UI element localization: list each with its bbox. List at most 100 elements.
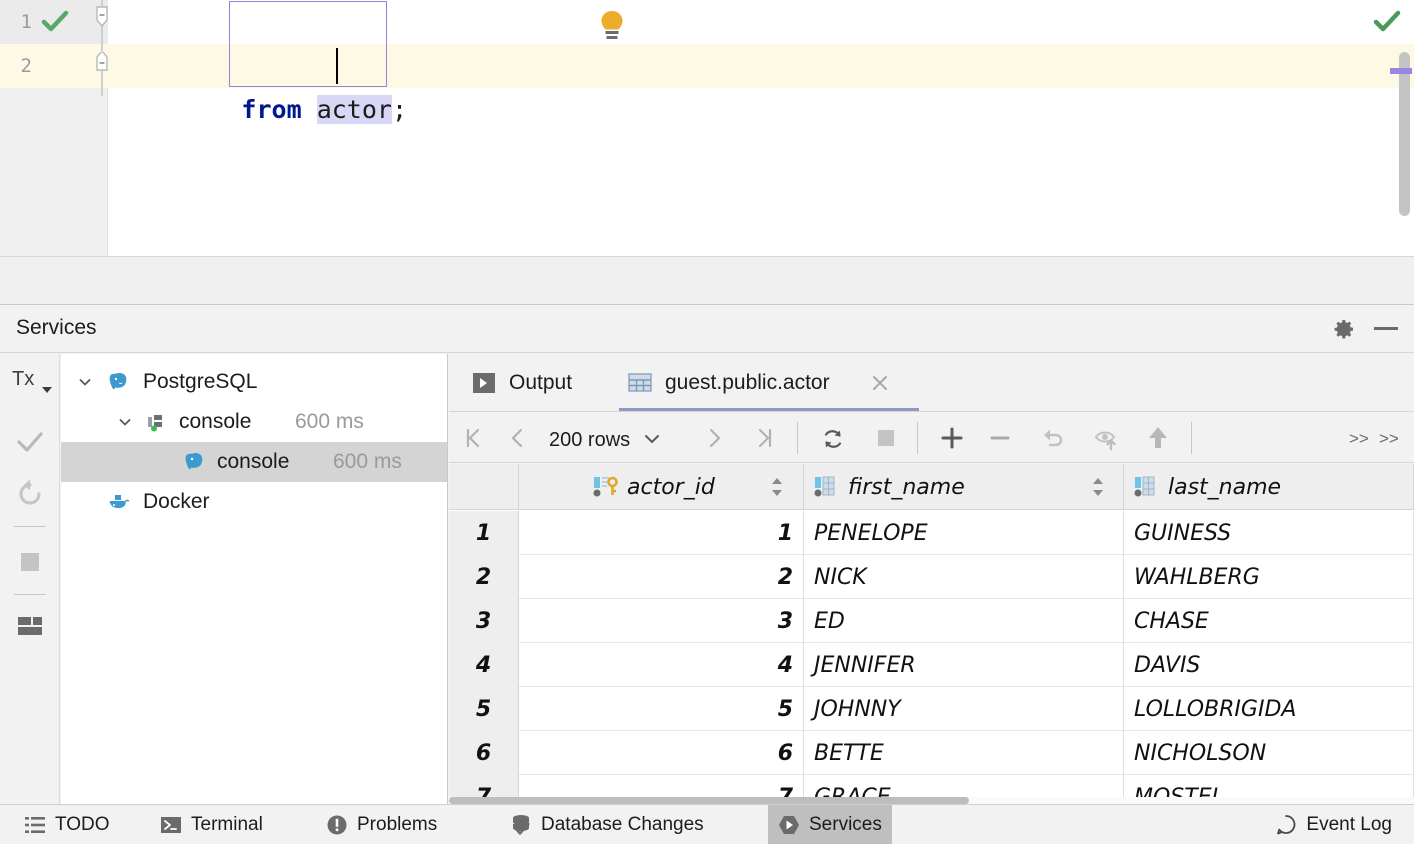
tx-label[interactable]: Tx — [12, 368, 34, 391]
chevron-down-icon[interactable] — [42, 387, 52, 393]
sql-editor[interactable]: 1 2 select * from actor; — [0, 0, 1414, 256]
status-item-event-log[interactable]: Event Log — [1265, 805, 1402, 844]
close-icon[interactable] — [870, 373, 890, 393]
editor-scrollbar[interactable] — [1399, 52, 1410, 216]
fold-marker-bottom[interactable] — [96, 52, 108, 78]
cell-last-name[interactable]: CHASE — [1124, 599, 1414, 643]
revert-icon[interactable] — [1039, 425, 1065, 451]
stop-icon[interactable] — [873, 425, 899, 451]
expand-icon[interactable]: >> — [1349, 429, 1369, 449]
row-number[interactable]: 4 — [449, 643, 519, 687]
editor-gutter[interactable]: 1 2 — [0, 0, 108, 256]
cell-first-name[interactable]: JOHNNY — [804, 687, 1124, 731]
submit-upload-icon[interactable] — [1145, 425, 1171, 451]
code-line-1[interactable]: select * — [108, 0, 1414, 44]
chevron-down-icon[interactable] — [77, 374, 93, 390]
column-header-last-name[interactable]: last_name — [1124, 464, 1414, 510]
commit-check-icon[interactable] — [14, 426, 46, 458]
services-play-icon — [778, 814, 800, 836]
status-item-services[interactable]: Services — [768, 805, 892, 844]
table-row[interactable]: 4 4 JENNIFER DAVIS — [449, 643, 1414, 687]
first-page-icon[interactable] — [461, 425, 487, 451]
next-page-icon[interactable] — [701, 425, 727, 451]
table-row[interactable]: 6 6 BETTE NICHOLSON — [449, 731, 1414, 775]
row-number[interactable]: 1 — [449, 511, 519, 555]
status-item-problems[interactable]: Problems — [316, 805, 447, 844]
stop-icon[interactable] — [14, 546, 46, 578]
rollback-icon[interactable] — [14, 478, 46, 510]
fold-marker-top[interactable] — [96, 6, 108, 40]
delete-row-icon[interactable] — [987, 425, 1013, 451]
cell-first-name[interactable]: BETTE — [804, 731, 1124, 775]
status-item-label: Terminal — [191, 814, 263, 836]
expand-more-icon[interactable]: >> — [1379, 429, 1399, 449]
code-line-2[interactable]: from actor; — [108, 44, 1414, 88]
grid-corner-cell — [449, 464, 519, 510]
sort-indicator-icon[interactable] — [1092, 478, 1104, 496]
table-row[interactable]: 2 2 NICK WAHLBERG — [449, 555, 1414, 599]
transaction-toolbar: Tx — [0, 354, 60, 805]
row-number[interactable]: 5 — [449, 687, 519, 731]
green-check-icon[interactable] — [40, 8, 70, 36]
status-item-terminal[interactable]: Terminal — [150, 805, 273, 844]
cell-last-name[interactable]: NICHOLSON — [1124, 731, 1414, 775]
services-tree[interactable]: PostgreSQL console 600 ms — [61, 354, 448, 805]
prev-page-icon[interactable] — [505, 425, 531, 451]
cell-first-name[interactable]: JENNIFER — [804, 643, 1124, 687]
cell-actor-id[interactable]: 3 — [519, 599, 804, 643]
scrollbar-thumb[interactable] — [449, 797, 969, 804]
cell-first-name[interactable]: ED — [804, 599, 1124, 643]
row-number[interactable]: 2 — [449, 555, 519, 599]
chevron-down-icon[interactable] — [644, 427, 660, 450]
table-icon — [627, 370, 653, 396]
cell-last-name[interactable]: WAHLBERG — [1124, 555, 1414, 599]
tab-guest-public-actor[interactable]: guest.public.actor — [627, 354, 830, 412]
lightbulb-icon[interactable] — [600, 10, 624, 42]
cell-actor-id[interactable]: 6 — [519, 731, 804, 775]
cell-first-name[interactable]: NICK — [804, 555, 1124, 599]
table-row[interactable]: 3 3 ED CHASE — [449, 599, 1414, 643]
cell-last-name[interactable]: DAVIS — [1124, 643, 1414, 687]
table-row[interactable]: 5 5 JOHNNY LOLLOBRIGIDA — [449, 687, 1414, 731]
sort-indicator-icon[interactable] — [771, 478, 783, 496]
inspection-status-icon[interactable] — [1372, 8, 1402, 36]
tree-node-console-child[interactable]: console 600 ms — [61, 442, 448, 482]
tree-node-docker[interactable]: Docker — [61, 482, 448, 522]
last-page-icon[interactable] — [751, 425, 777, 451]
services-header: Services — [0, 305, 1414, 353]
tree-node-postgresql[interactable]: PostgreSQL — [61, 362, 448, 402]
view-query-icon[interactable] — [1093, 425, 1119, 451]
grid-toolbar: 200 rows — [449, 413, 1414, 463]
row-number[interactable]: 6 — [449, 731, 519, 775]
column-icon — [1134, 476, 1156, 498]
tab-output[interactable]: Output — [471, 354, 572, 412]
code-folding-column[interactable] — [96, 0, 108, 256]
tree-node-console-parent[interactable]: console 600 ms — [61, 402, 448, 442]
result-grid[interactable]: actor_id — [449, 464, 1414, 805]
gear-icon[interactable] — [1332, 317, 1356, 341]
reload-icon[interactable] — [819, 425, 845, 451]
row-number[interactable]: 3 — [449, 599, 519, 643]
layout-icon[interactable] — [14, 610, 46, 642]
cell-last-name[interactable]: GUINESS — [1124, 511, 1414, 555]
add-row-icon[interactable] — [939, 425, 965, 451]
status-item-database-changes[interactable]: Database Changes — [500, 805, 714, 844]
status-item-label: Database Changes — [541, 814, 704, 836]
cell-actor-id[interactable]: 2 — [519, 555, 804, 599]
minimize-icon[interactable] — [1374, 327, 1398, 330]
editor-text-area[interactable]: select * from actor; — [108, 0, 1414, 256]
page-size-selector[interactable]: 200 rows — [549, 427, 660, 452]
problems-icon — [326, 814, 348, 836]
cell-actor-id[interactable]: 4 — [519, 643, 804, 687]
table-row[interactable]: 1 1 PENELOPE GUINESS — [449, 511, 1414, 555]
cell-actor-id[interactable]: 5 — [519, 687, 804, 731]
column-key-icon — [593, 476, 615, 498]
column-header-first-name[interactable]: first_name — [804, 464, 1124, 510]
cell-actor-id[interactable]: 1 — [519, 511, 804, 555]
status-item-todo[interactable]: TODO — [14, 805, 120, 844]
cell-first-name[interactable]: PENELOPE — [804, 511, 1124, 555]
cell-last-name[interactable]: LOLLOBRIGIDA — [1124, 687, 1414, 731]
chevron-down-icon[interactable] — [117, 414, 133, 430]
column-header-actor-id[interactable]: actor_id — [519, 464, 804, 510]
editor-bottom-spacer — [0, 256, 1414, 304]
